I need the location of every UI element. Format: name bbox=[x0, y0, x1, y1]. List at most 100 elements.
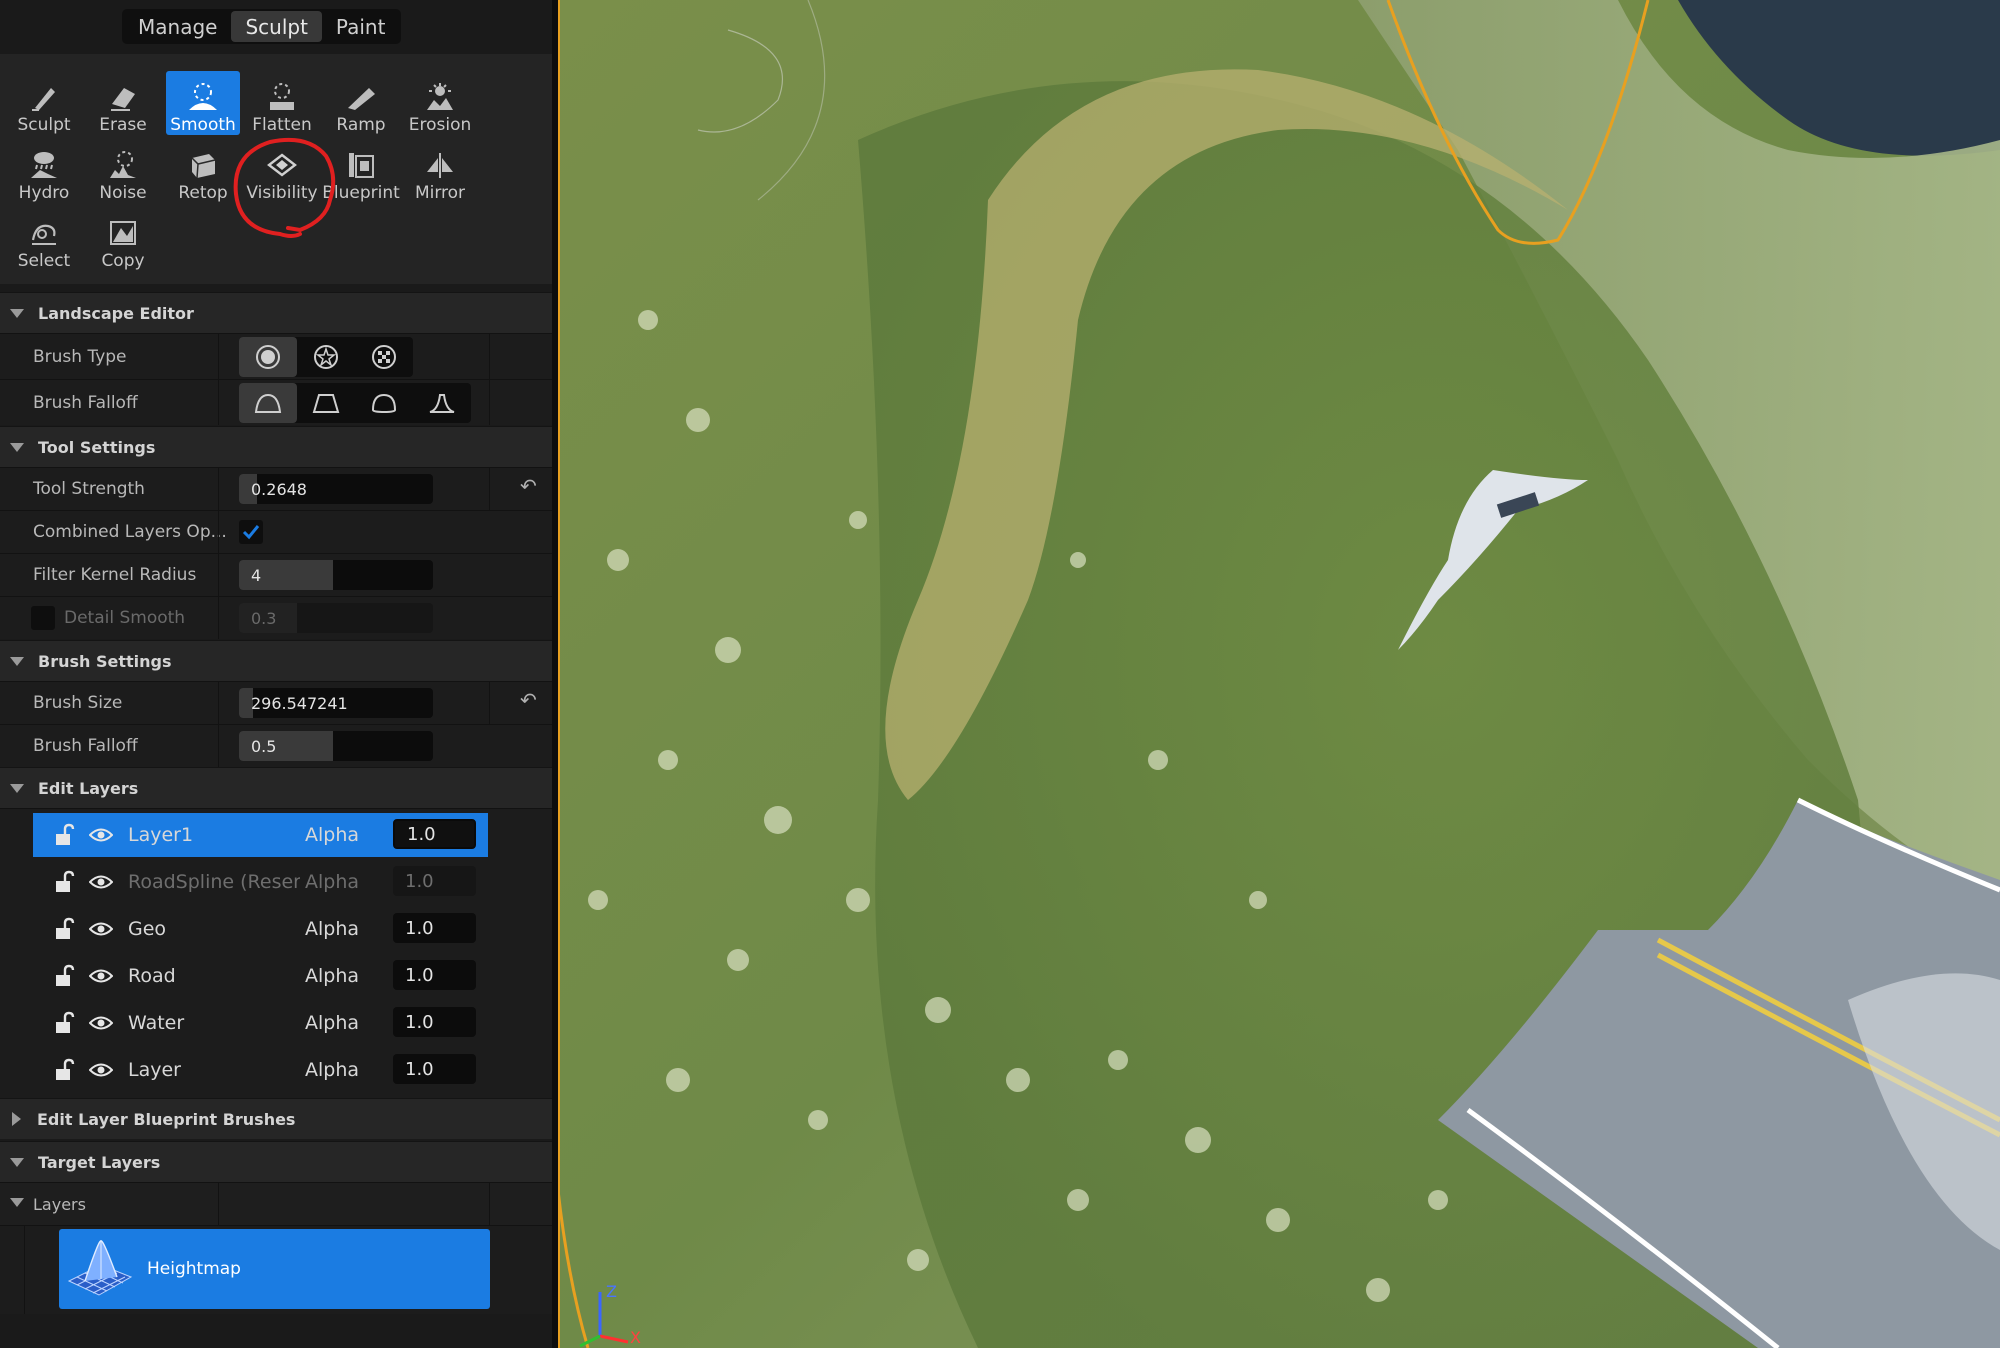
landscape-panel: Manage Sculpt Paint Sculpt Erase Smooth … bbox=[0, 0, 552, 1348]
unlock-icon[interactable] bbox=[53, 870, 77, 898]
eye-icon[interactable] bbox=[88, 921, 114, 941]
eye-icon[interactable] bbox=[88, 1015, 114, 1035]
tool-ramp[interactable]: Ramp bbox=[324, 71, 398, 135]
layer-row-geo[interactable]: Geo Alpha 1.0 bbox=[33, 907, 488, 951]
layer-alpha-input[interactable]: 1.0 bbox=[393, 1007, 476, 1037]
heightmap-layer[interactable]: Heightmap bbox=[59, 1229, 490, 1309]
eye-icon[interactable] bbox=[88, 968, 114, 988]
section-target-layers[interactable]: Target Layers bbox=[0, 1141, 552, 1182]
copy-icon bbox=[106, 217, 140, 249]
layer-alpha-input[interactable]: 1.0 bbox=[393, 1054, 476, 1084]
expand-arrow-icon bbox=[10, 1157, 24, 1167]
brush-falloff-input[interactable]: 0.5 bbox=[239, 731, 433, 761]
tool-select[interactable]: Select bbox=[7, 207, 81, 271]
falloff-smooth[interactable] bbox=[239, 383, 297, 423]
visibility-icon bbox=[265, 149, 299, 181]
sculpt-icon bbox=[27, 81, 61, 113]
section-edit-layers[interactable]: Edit Layers bbox=[0, 767, 552, 808]
row-brush-falloff-type: Brush Falloff bbox=[0, 379, 552, 425]
tab-paint[interactable]: Paint bbox=[322, 11, 400, 42]
unlock-icon[interactable] bbox=[53, 1058, 77, 1086]
brush-type-alpha[interactable] bbox=[297, 337, 355, 377]
mirror-icon bbox=[423, 149, 457, 181]
detail-smooth-input[interactable]: 0.3 bbox=[239, 603, 433, 633]
reset-arrow-icon[interactable]: ↶ bbox=[520, 688, 537, 712]
checkmark-icon bbox=[242, 525, 260, 540]
tool-erosion[interactable]: Erosion bbox=[403, 71, 477, 135]
tool-noise[interactable]: Noise bbox=[86, 139, 160, 203]
row-layers-header[interactable]: Layers bbox=[0, 1182, 552, 1225]
layer-row-road[interactable]: Road Alpha 1.0 bbox=[33, 954, 488, 998]
section-brush-settings[interactable]: Brush Settings bbox=[0, 640, 552, 681]
section-landscape-editor[interactable]: Landscape Editor bbox=[0, 292, 552, 333]
tab-manage[interactable]: Manage bbox=[124, 11, 231, 42]
erase-icon bbox=[106, 81, 140, 113]
unlock-icon[interactable] bbox=[53, 964, 77, 992]
falloff-spherical[interactable] bbox=[355, 383, 413, 423]
tool-mirror[interactable]: Mirror bbox=[403, 139, 477, 203]
row-brush-falloff: Brush Falloff 0.5 bbox=[0, 724, 552, 767]
brush-type-pattern[interactable] bbox=[355, 337, 413, 377]
unlock-icon[interactable] bbox=[53, 917, 77, 945]
tool-erase[interactable]: Erase bbox=[86, 71, 160, 135]
row-combined-layers: Combined Layers Op... bbox=[0, 510, 552, 553]
noise-icon bbox=[106, 149, 140, 181]
expand-arrow-icon bbox=[10, 1198, 24, 1207]
smooth-icon bbox=[186, 81, 220, 113]
hydro-icon bbox=[27, 149, 61, 181]
tool-sculpt[interactable]: Sculpt bbox=[7, 71, 81, 135]
flatten-icon bbox=[265, 81, 299, 113]
layer-row-roadspline[interactable]: RoadSpline (Reserved) Alpha 1.0 bbox=[33, 860, 488, 904]
expand-arrow-icon bbox=[10, 442, 24, 452]
filter-kernel-input[interactable]: 4 bbox=[239, 560, 433, 590]
tool-blueprint[interactable]: Blueprint bbox=[322, 139, 400, 203]
expand-arrow-icon bbox=[10, 308, 24, 318]
tool-copy[interactable]: Copy bbox=[86, 207, 160, 271]
collapsed-arrow-icon bbox=[12, 1112, 21, 1126]
reset-arrow-icon[interactable]: ↶ bbox=[520, 474, 537, 498]
gizmo-z-label: Z bbox=[606, 1282, 617, 1301]
tab-sculpt[interactable]: Sculpt bbox=[231, 11, 322, 42]
retop-icon bbox=[186, 149, 220, 181]
section-tool-settings[interactable]: Tool Settings bbox=[0, 426, 552, 467]
eye-icon[interactable] bbox=[88, 1062, 114, 1082]
tool-visibility[interactable]: Visibility bbox=[245, 139, 319, 203]
gizmo-x-label: X bbox=[630, 1328, 641, 1347]
brush-type-circle[interactable] bbox=[239, 337, 297, 377]
section-edit-layer-blueprint-brushes[interactable]: Edit Layer Blueprint Brushes bbox=[0, 1098, 552, 1139]
tool-hydro[interactable]: Hydro bbox=[7, 139, 81, 203]
layer-alpha-input[interactable]: 1.0 bbox=[393, 913, 476, 943]
erosion-icon bbox=[423, 81, 457, 113]
falloff-tip[interactable] bbox=[413, 383, 471, 423]
eye-icon[interactable] bbox=[88, 827, 114, 847]
mode-tabs: Manage Sculpt Paint bbox=[122, 9, 402, 44]
tool-palette: Sculpt Erase Smooth Flatten Ramp Erosion… bbox=[0, 54, 552, 284]
blueprint-icon bbox=[344, 149, 378, 181]
expand-arrow-icon bbox=[10, 656, 24, 666]
ramp-icon bbox=[344, 81, 378, 113]
row-brush-size: Brush Size 296.547241 ↶ bbox=[0, 681, 552, 724]
layer-row-water[interactable]: Water Alpha 1.0 bbox=[33, 1001, 488, 1045]
layer-alpha-input[interactable]: 1.0 bbox=[393, 819, 476, 849]
brush-size-input[interactable]: 296.547241 bbox=[239, 688, 433, 718]
eye-icon[interactable] bbox=[88, 874, 114, 894]
layer-row-layer1[interactable]: Layer1 Alpha 1.0 bbox=[33, 813, 488, 857]
tool-smooth[interactable]: Smooth bbox=[166, 71, 240, 135]
unlock-icon[interactable] bbox=[53, 823, 77, 851]
tool-retop[interactable]: Retop bbox=[166, 139, 240, 203]
detail-smooth-checkbox[interactable] bbox=[31, 606, 55, 630]
tool-strength-input[interactable]: 0.2648 bbox=[239, 474, 433, 504]
landscape-scene bbox=[558, 0, 2000, 1348]
level-viewport[interactable]: Z X bbox=[558, 0, 2000, 1348]
combined-layers-checkbox[interactable] bbox=[239, 520, 263, 544]
layer-alpha-input[interactable]: 1.0 bbox=[393, 866, 476, 896]
falloff-linear[interactable] bbox=[297, 383, 355, 423]
row-tool-strength: Tool Strength 0.2648 ↶ bbox=[0, 467, 552, 510]
tool-flatten[interactable]: Flatten bbox=[245, 71, 319, 135]
brush-type-selector bbox=[239, 337, 413, 377]
unlock-icon[interactable] bbox=[53, 1011, 77, 1039]
brush-falloff-selector bbox=[239, 383, 471, 423]
layer-row-layer[interactable]: Layer Alpha 1.0 bbox=[33, 1048, 488, 1092]
layer-alpha-input[interactable]: 1.0 bbox=[393, 960, 476, 990]
row-brush-type: Brush Type bbox=[0, 333, 552, 379]
